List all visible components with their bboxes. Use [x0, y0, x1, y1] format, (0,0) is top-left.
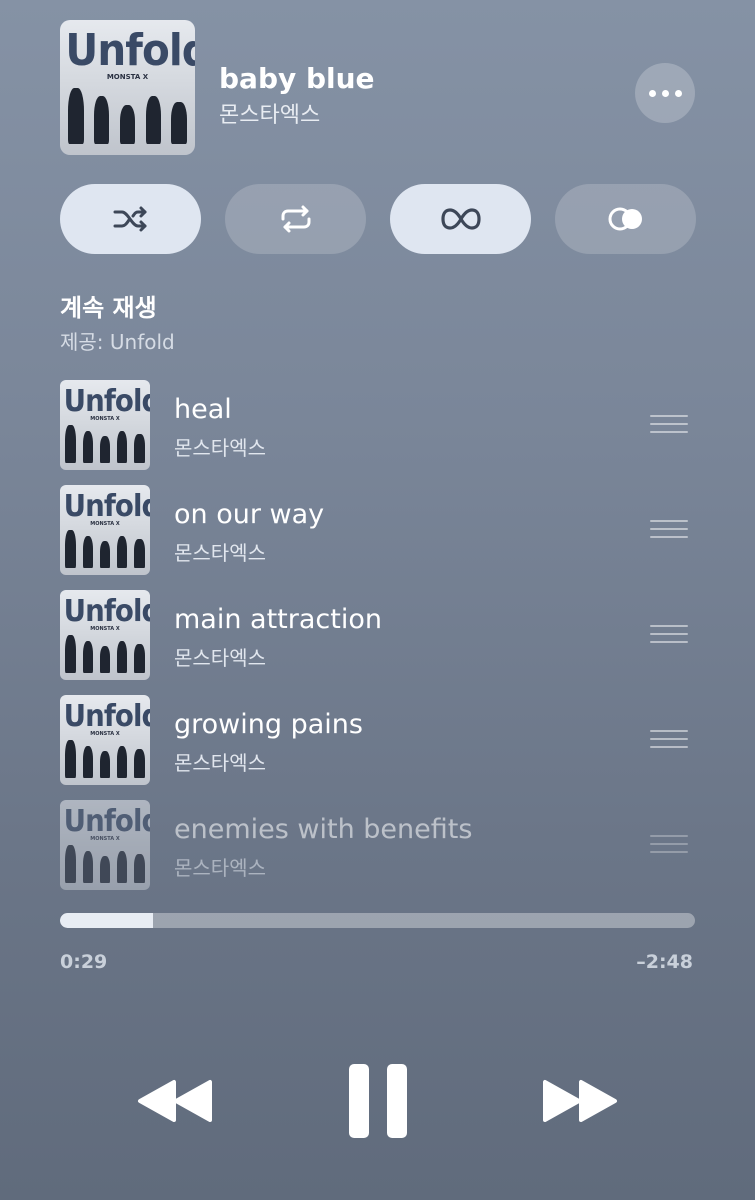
subtitle-prefix: 제공:: [60, 330, 110, 354]
reorder-handle-icon[interactable]: [650, 730, 688, 752]
queue-item-album-art: Unfold MONSTA X: [60, 800, 150, 890]
queue-item[interactable]: Unfold MONSTA X on our way 몬스타엑스: [60, 485, 695, 575]
album-art-subtitle: MONSTA X: [90, 731, 120, 737]
queue-item[interactable]: Unfold MONSTA X heal 몬스타엑스: [60, 380, 695, 470]
queue-item-artist: 몬스타엑스: [174, 436, 266, 460]
queue-item-title: growing pains: [174, 709, 363, 740]
previous-track-button[interactable]: [130, 1060, 222, 1142]
subtitle-source: Unfold: [109, 330, 175, 354]
queue-item-artist: 몬스타엑스: [174, 856, 266, 880]
queue-item-artist: 몬스타엑스: [174, 646, 266, 670]
album-art-title: Unfold: [63, 593, 150, 629]
elapsed-time: 0:29: [60, 951, 108, 973]
album-art-title: Unfold: [63, 803, 150, 839]
reorder-handle-icon[interactable]: [650, 625, 688, 647]
now-playing-title: baby blue: [219, 62, 375, 95]
repeat-icon: [281, 205, 310, 233]
queue-item-artist: 몬스타엑스: [174, 751, 266, 775]
fast-forward-icon: [543, 1080, 617, 1122]
reorder-handle-icon[interactable]: [650, 415, 688, 437]
queue-item-album-art: Unfold MONSTA X: [60, 590, 150, 680]
crossfade-icon: [608, 207, 642, 231]
queue-item-title: heal: [174, 394, 232, 425]
shuffle-button[interactable]: [60, 184, 201, 254]
repeat-button[interactable]: [225, 184, 366, 254]
album-art-title: Unfold: [63, 383, 150, 419]
crossfade-button[interactable]: [555, 184, 696, 254]
queue-item[interactable]: Unfold MONSTA X enemies with benefits 몬스…: [60, 800, 695, 890]
album-art-subtitle: MONSTA X: [90, 836, 120, 842]
queue-item-album-art: Unfold MONSTA X: [60, 485, 150, 575]
next-track-button[interactable]: [533, 1060, 625, 1142]
reorder-handle-icon[interactable]: [650, 520, 688, 542]
pause-icon: [348, 1064, 407, 1138]
queue-item-title: enemies with benefits: [174, 814, 473, 845]
rewind-icon: [138, 1080, 212, 1122]
album-art-subtitle: MONSTA X: [90, 521, 120, 527]
queue-item-album-art: Unfold MONSTA X: [60, 380, 150, 470]
album-art-subtitle: MONSTA X: [106, 72, 149, 81]
more-dots-icon: [648, 89, 656, 97]
infinity-icon: [440, 208, 481, 230]
queue-item-album-art: Unfold MONSTA X: [60, 695, 150, 785]
shuffle-icon: [113, 206, 146, 232]
queue-item-title: on our way: [174, 499, 325, 530]
album-art-subtitle: MONSTA X: [90, 416, 120, 422]
album-art-title: Unfold: [63, 488, 150, 524]
autoplay-button[interactable]: [390, 184, 531, 254]
more-options-button[interactable]: [635, 63, 695, 123]
playback-scrubber[interactable]: [60, 913, 695, 928]
pause-button[interactable]: [335, 1060, 420, 1142]
autoplay-section-title: 계속 재생: [60, 294, 157, 322]
remaining-time: –2:48: [636, 951, 693, 973]
now-playing-album-art[interactable]: Unfold MONSTA X: [60, 20, 195, 155]
autoplay-section-subtitle: 제공: Unfold: [60, 326, 175, 355]
queue-item[interactable]: Unfold MONSTA X main attraction 몬스타엑스: [60, 590, 695, 680]
album-art-title: Unfold: [65, 25, 195, 77]
queue-item-artist: 몬스타엑스: [174, 541, 266, 565]
playback-progress-fill: [60, 913, 153, 928]
album-art-figures: [68, 87, 187, 145]
album-art-subtitle: MONSTA X: [90, 626, 120, 632]
album-art-title: Unfold: [63, 698, 150, 734]
queue-item-title: main attraction: [174, 604, 382, 635]
now-playing-artist[interactable]: 몬스타엑스: [219, 97, 320, 129]
reorder-handle-icon[interactable]: [650, 835, 688, 857]
queue-item[interactable]: Unfold MONSTA X growing pains 몬스타엑스: [60, 695, 695, 785]
